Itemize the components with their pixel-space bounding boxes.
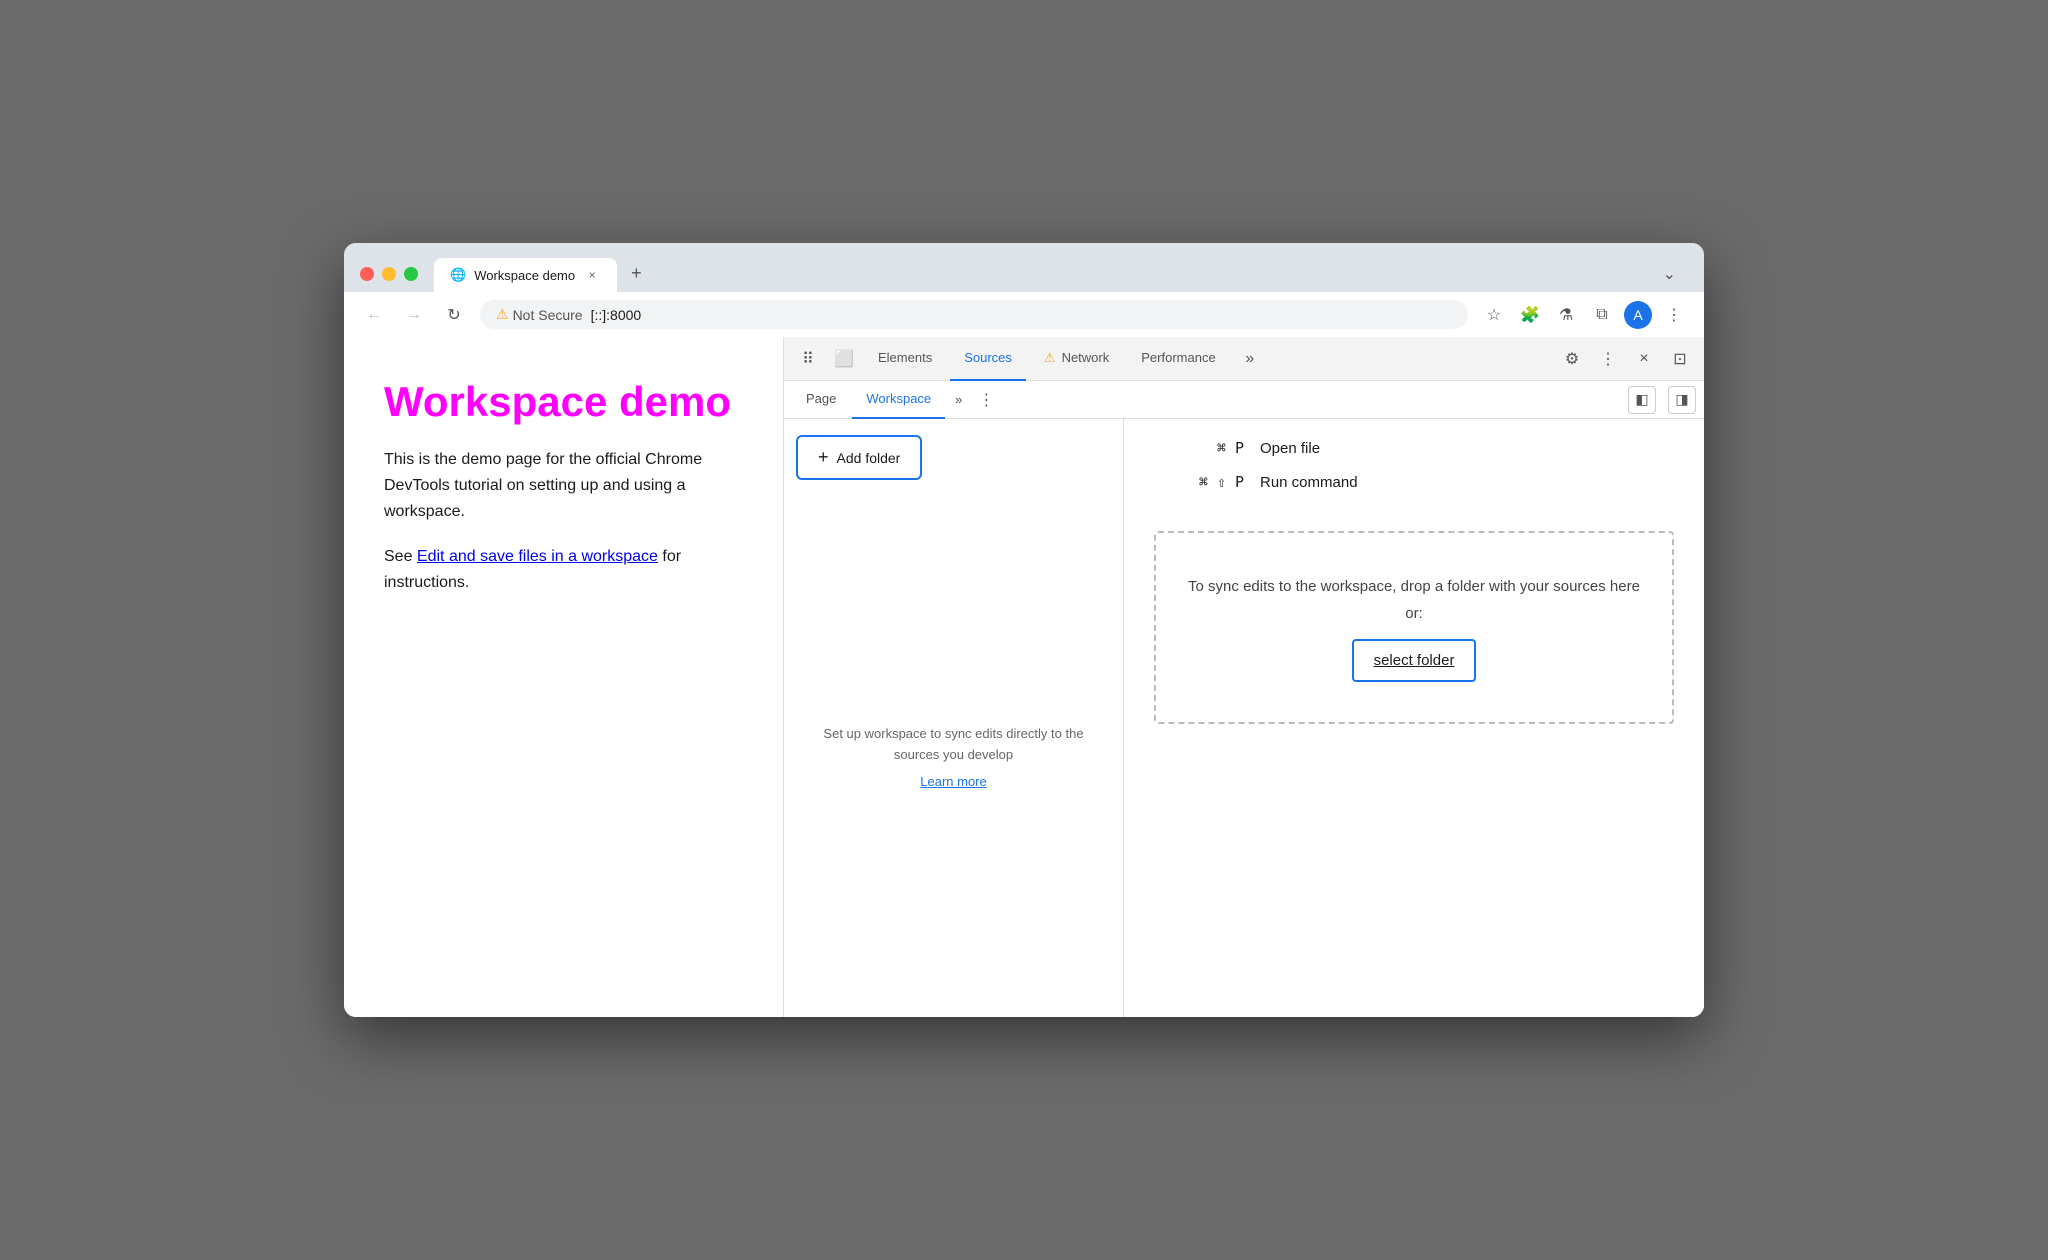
tab-overflow-button[interactable]: ⌄ — [1651, 256, 1688, 292]
webpage-content: Workspace demo This is the demo page for… — [344, 337, 784, 1017]
drop-zone[interactable]: To sync edits to the workspace, drop a f… — [1154, 531, 1674, 724]
settings-button[interactable]: ⚙ — [1556, 343, 1588, 375]
content-area: Workspace demo This is the demo page for… — [344, 337, 1704, 1017]
add-folder-button[interactable]: + Add folder — [796, 435, 922, 480]
devtools-more-button[interactable]: ⋮ — [1592, 343, 1624, 375]
page-description: This is the demo page for the official C… — [384, 447, 743, 524]
tab-title: Workspace demo — [474, 268, 575, 283]
open-file-keys: ⌘ P — [1164, 439, 1244, 457]
minimize-window-button[interactable] — [382, 267, 396, 281]
close-window-button[interactable] — [360, 267, 374, 281]
bookmark-button[interactable]: ☆ — [1480, 301, 1508, 329]
security-label: Not Secure — [513, 307, 583, 323]
toolbar-icons: ☆ 🧩 ⚗ ⧉ A ⋮ — [1480, 301, 1688, 329]
subtab-workspace-label: Workspace — [866, 391, 931, 406]
subtab-page-label: Page — [806, 391, 836, 406]
devtools-body: + Add folder Set up workspace to sync ed… — [784, 419, 1704, 1017]
url-display: [::]:8000 — [591, 307, 642, 323]
tab-close-button[interactable]: × — [583, 266, 601, 284]
tab-overflow-button[interactable]: » — [1234, 343, 1266, 375]
select-folder-button[interactable]: select folder — [1352, 639, 1477, 682]
device-toolbar-button[interactable]: ⬜ — [828, 343, 860, 375]
panel-left-toggle-button[interactable]: ◧ — [1628, 386, 1656, 414]
devtools-subbar: Page Workspace » ⋮ ◧ ◨ — [784, 381, 1704, 419]
tab-performance[interactable]: Performance — [1127, 337, 1229, 381]
see-label: See — [384, 548, 412, 565]
devtools-topbar-right: ⚙ ⋮ × — [1556, 343, 1660, 375]
run-command-label: Run command — [1260, 474, 1358, 491]
labs-button[interactable]: ⚗ — [1552, 301, 1580, 329]
subtab-page[interactable]: Page — [792, 381, 850, 419]
traffic-lights — [360, 267, 418, 281]
new-tab-button[interactable]: + — [619, 255, 654, 292]
tab-network[interactable]: Network — [1030, 337, 1123, 381]
devtools-topbar: ⠿ ⬜ Elements Sources Network Performance… — [784, 337, 1704, 381]
page-title: Workspace demo — [384, 377, 743, 427]
warning-icon: ⚠ — [496, 306, 509, 323]
page-link-text: See Edit and save files in a workspace f… — [384, 544, 743, 595]
tab-bar: 🌐 Workspace demo × + — [434, 255, 1643, 292]
workspace-empty-message: Set up workspace to sync edits directly … — [784, 496, 1123, 1017]
split-button[interactable]: ⧉ — [1588, 301, 1616, 329]
profile-button[interactable]: A — [1624, 301, 1652, 329]
active-tab[interactable]: 🌐 Workspace demo × — [434, 258, 617, 292]
reload-button[interactable]: ↻ — [440, 301, 468, 329]
inspect-element-button[interactable]: ⠿ — [792, 343, 824, 375]
security-indicator: ⚠ Not Secure — [496, 306, 583, 323]
subtab-workspace[interactable]: Workspace — [852, 381, 945, 419]
menu-button[interactable]: ⋮ — [1660, 301, 1688, 329]
plus-icon: + — [818, 447, 829, 468]
address-bar: ← → ↻ ⚠ Not Secure [::]:8000 ☆ 🧩 ⚗ ⧉ A ⋮ — [344, 292, 1704, 337]
tab-elements-label: Elements — [878, 350, 932, 365]
title-bar: 🌐 Workspace demo × + ⌄ — [344, 243, 1704, 292]
subtab-more-button[interactable]: ⋮ — [972, 390, 1000, 410]
browser-window: 🌐 Workspace demo × + ⌄ ← → ↻ ⚠ Not Secur… — [344, 243, 1704, 1017]
workspace-setup-text: Set up workspace to sync edits directly … — [804, 724, 1103, 766]
shortcut-run-command: ⌘ ⇧ P Run command — [1164, 473, 1684, 491]
tab-sources[interactable]: Sources — [950, 337, 1026, 381]
shortcut-open-file: ⌘ P Open file — [1164, 439, 1684, 457]
devtools-close-button[interactable]: × — [1628, 343, 1660, 375]
panel-right-toggle-button[interactable]: ◨ — [1668, 386, 1696, 414]
tab-sources-label: Sources — [964, 350, 1012, 365]
subtab-overflow-button[interactable]: » — [947, 381, 970, 419]
tab-network-label: Network — [1062, 350, 1110, 365]
back-button[interactable]: ← — [360, 301, 388, 329]
run-command-keys: ⌘ ⇧ P — [1164, 473, 1244, 491]
extension-button[interactable]: 🧩 — [1516, 301, 1544, 329]
devtools-left-panel: + Add folder Set up workspace to sync ed… — [784, 419, 1124, 1017]
drop-zone-text: To sync edits to the workspace, drop a f… — [1188, 578, 1640, 622]
add-folder-label: Add folder — [837, 450, 901, 466]
devtools-right-panel: ⌘ P Open file ⌘ ⇧ P Run command To sync … — [1124, 419, 1704, 1017]
maximize-window-button[interactable] — [404, 267, 418, 281]
devtools-panel: ⠿ ⬜ Elements Sources Network Performance… — [784, 337, 1704, 1017]
tab-favicon-icon: 🌐 — [450, 267, 466, 283]
workspace-link[interactable]: Edit and save files in a workspace — [417, 548, 658, 565]
panel-right-button[interactable]: ⊡ — [1664, 343, 1696, 375]
learn-more-link[interactable]: Learn more — [920, 774, 986, 789]
open-file-label: Open file — [1260, 440, 1320, 457]
forward-button[interactable]: → — [400, 301, 428, 329]
tab-performance-label: Performance — [1141, 350, 1215, 365]
address-input[interactable]: ⚠ Not Secure [::]:8000 — [480, 300, 1468, 329]
tab-elements[interactable]: Elements — [864, 337, 946, 381]
keyboard-shortcuts: ⌘ P Open file ⌘ ⇧ P Run command — [1144, 439, 1684, 491]
